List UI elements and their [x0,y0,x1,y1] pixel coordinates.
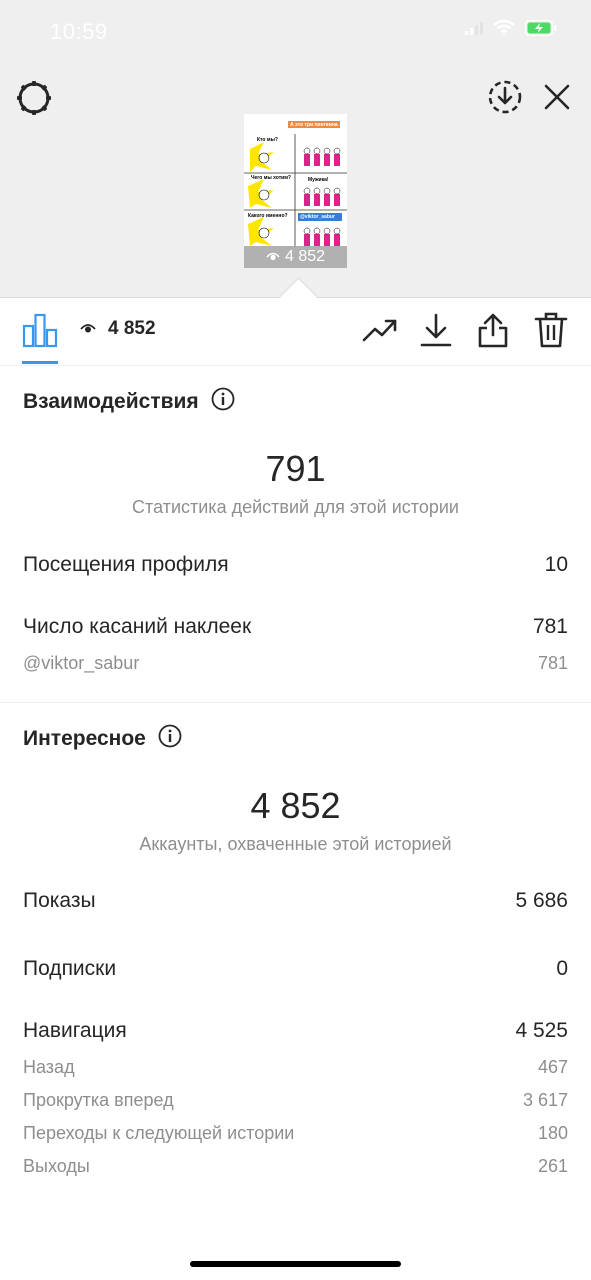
row-label: Навигация [23,1019,127,1042]
sticker-taps-row: Число касаний наклеек 781 [23,615,568,639]
row-label: Посещения профиля [23,553,229,576]
row-label: @viktor_sabur [23,653,140,673]
nav-exits-row: Выходы 261 [23,1156,568,1177]
row-value: 5 686 [515,889,568,912]
save-download-icon[interactable] [486,78,524,116]
active-tab-indicator [22,361,58,364]
nav-forward-row: Прокрутка вперед 3 617 [23,1090,568,1111]
profile-visits-row: Посещения профиля 10 [23,553,568,577]
row-value: 781 [537,653,568,673]
views-count: 4 852 [108,318,156,339]
info-icon[interactable] [211,387,235,417]
bar-chart-icon[interactable] [22,312,58,353]
thumbnail-views-count: 4 852 [284,248,326,265]
row-value: 180 [537,1123,568,1143]
row-label: Переходы к следующей истории [23,1123,295,1143]
row-label: Назад [23,1057,75,1077]
signal-icon [465,21,483,40]
trending-icon[interactable] [362,315,398,350]
story-panel-text-1: Кто мы? [257,137,278,143]
story-top-sticker: А это три пингвина [290,122,338,128]
row-value: 781 [532,615,568,638]
interactions-total: 791 [265,448,326,489]
discovery-total: 4 852 [250,785,341,826]
story-header-area: 10:59 А это три пингвина Кто мы? Чего мы… [0,0,591,298]
discovery-section-title: Интересное [23,724,182,754]
story-panel-text-3: Какого именно? [248,213,288,219]
story-mention-sticker: @viktor_sabur [300,214,335,220]
nav-back-row: Назад 467 [23,1057,568,1078]
wifi-icon [493,19,515,41]
story-thumbnail[interactable]: А это три пингвина Кто мы? Чего мы хотим… [244,114,347,268]
row-value: 261 [537,1156,568,1176]
interactions-title-text: Взаимодействия [23,390,199,413]
share-icon[interactable] [477,311,509,354]
row-label: Выходы [23,1156,90,1176]
eye-icon [80,318,96,340]
battery-icon [524,19,557,41]
info-icon[interactable] [158,724,182,754]
follows-row: Подписки 0 [23,957,568,981]
row-label: Подписки [23,957,117,980]
discovery-caption: Аккаунты, охваченные этой историей [139,834,452,854]
row-value: 467 [537,1057,568,1077]
settings-gear-icon[interactable] [14,78,54,118]
delete-trash-icon[interactable] [534,311,568,354]
row-label: Показы [23,889,96,912]
story-panel-text-4: Мужика! [308,177,329,183]
status-time: 10:59 [50,19,108,44]
navigation-row: Навигация 4 525 [23,1019,568,1043]
thumbnail-views: 4 852 [244,246,347,268]
eye-icon [266,248,280,266]
row-value: 3 617 [522,1090,568,1110]
row-value: 10 [544,553,568,576]
nav-next-story-row: Переходы к следующей истории 180 [23,1123,568,1144]
status-icons [465,19,557,41]
close-icon[interactable] [540,80,574,114]
views-summary: 4 852 [80,318,156,340]
download-icon[interactable] [420,312,452,353]
interactions-section-title: Взаимодействия [23,387,235,417]
discovery-title-text: Интересное [23,727,146,750]
story-panel-text-2: Чего мы хотим? [251,175,291,181]
row-value: 4 525 [515,1019,568,1042]
section-divider [0,702,591,703]
insights-toolbar: 4 852 [0,298,591,366]
interactions-caption: Статистика действий для этой истории [132,497,459,517]
mention-sticker-row[interactable]: @viktor_sabur 781 [23,653,568,674]
impressions-row: Показы 5 686 [23,889,568,913]
row-label: Прокрутка вперед [23,1090,174,1110]
row-value: 0 [556,957,568,980]
row-label: Число касаний наклеек [23,615,252,638]
home-indicator[interactable] [190,1261,401,1267]
